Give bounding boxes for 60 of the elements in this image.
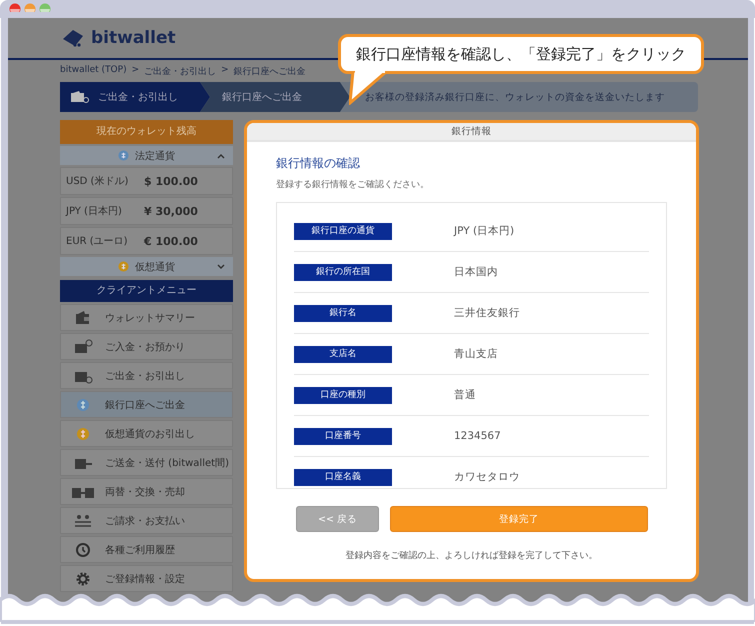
field-label: 銀行の所在国 [294, 264, 392, 280]
field-label: 支店名 [294, 346, 392, 362]
confirmation-note: 登録内容をご確認の上、よろしければ登録を完了して下さい。 [344, 550, 598, 562]
field-label: 口座の種別 [294, 386, 392, 404]
caret-up-icon [217, 153, 225, 159]
field-value: 1234567 [454, 430, 501, 442]
wallet-title: 現在のウォレット残高 [60, 120, 233, 144]
balance-amount: $ 100.00 [144, 174, 198, 188]
field-value: 日本国内 [454, 265, 498, 279]
field-label: 口座名義 [294, 468, 392, 486]
logo-icon [61, 28, 85, 48]
field-value: 普通 [454, 388, 476, 402]
currency-label: EUR (ユーロ) [66, 235, 129, 248]
balance-amount: ¥ 30,000 [144, 204, 198, 218]
menu-item[interactable]: ご請求・お支払い [60, 507, 233, 534]
wallet-icon [73, 338, 93, 354]
currency-label: USD (米ドル) [66, 174, 130, 188]
breadcrumb-separator: > [132, 65, 140, 77]
panel-title: 銀行情報の確認 [276, 155, 361, 172]
menu-item[interactable]: ご送金・送付 (bitwallet間) [60, 449, 233, 476]
description-text: お客様の登録済み銀行口座に、ウォレットの資金を送金いたします [365, 90, 665, 104]
panel-header: 銀行情報 [247, 123, 696, 142]
field-label: 銀行口座の通貨 [294, 222, 392, 240]
field-value: 三井住友銀行 [454, 306, 520, 320]
menu-title: クライアントメニュー [60, 280, 233, 302]
group-name: 法定通貨 [135, 150, 175, 162]
back-button[interactable]: << 戻る [296, 506, 379, 532]
group-name: 仮想通貨 [135, 260, 175, 274]
panel-subtitle: 登録する銀行情報をご確認ください。 [276, 178, 430, 191]
people-icon [73, 512, 93, 528]
wallet-icon [70, 90, 90, 104]
field-label: 口座番号 [294, 428, 392, 444]
field-value: 青山支店 [454, 347, 498, 361]
step-label: 銀行口座へご出金 [222, 90, 302, 104]
breadcrumb-link[interactable]: bitwallet (TOP) [60, 65, 127, 80]
menu-item[interactable]: ご入金・お預かり [60, 333, 233, 360]
currency-group-header[interactable]: 仮想通貨 [60, 257, 233, 276]
currency-group-header[interactable]: 法定通貨 [60, 146, 233, 165]
field-label: 銀行名 [294, 304, 392, 322]
menu-item[interactable]: 両替・交換・売却 [60, 478, 233, 505]
menu-item[interactable]: ご登録情報・設定 [60, 565, 233, 592]
menu-item[interactable]: 銀行口座へご出金 [60, 391, 233, 418]
history-icon [73, 542, 93, 558]
fiat-coin-icon [118, 150, 129, 161]
field-value: カワセタロウ [454, 470, 520, 484]
menu-item[interactable]: 仮想通貨のお引出し [60, 420, 233, 447]
menu-item[interactable]: ウォレットサマリー [60, 304, 233, 331]
field-value: JPY (日本円) [454, 224, 514, 238]
breadcrumb-separator: > [221, 65, 229, 77]
menu-item[interactable]: 各種ご利用履歴 [60, 536, 233, 563]
logo-text[interactable]: bitwallet [91, 28, 176, 48]
currency-label: JPY (日本円) [66, 204, 123, 218]
balance-amount: € 100.00 [144, 234, 198, 248]
caret-down-icon [217, 264, 225, 270]
complete-button[interactable]: 登録完了 [390, 506, 648, 532]
step-label: ご出金・お引出し [98, 90, 178, 104]
crypto-coin-icon [118, 261, 129, 272]
callout-text: 銀行口座情報を確認し、「登録完了」をクリック [356, 44, 686, 64]
breadcrumb-link[interactable]: ご出金・お引出し [144, 65, 216, 80]
menu-item[interactable]: ご出金・お引出し [60, 362, 233, 389]
